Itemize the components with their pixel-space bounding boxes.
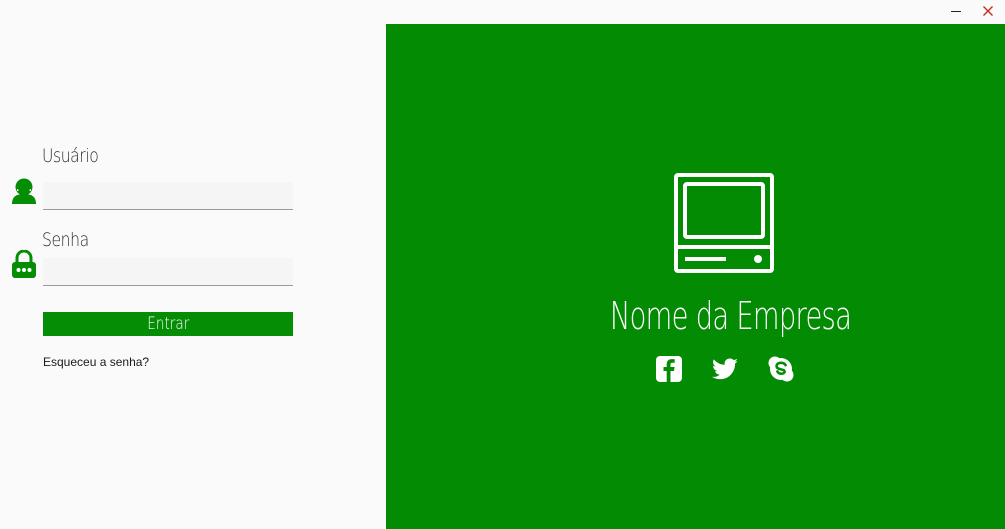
password-label: Senha bbox=[42, 229, 89, 251]
login-button[interactable]: Entrar bbox=[43, 312, 293, 336]
login-panel: Usuário Senha Entrar Esqueceu a senha? bbox=[0, 24, 386, 529]
skype-icon[interactable] bbox=[767, 355, 795, 383]
close-icon bbox=[983, 6, 993, 16]
user-icon bbox=[11, 177, 37, 205]
minimize-button[interactable] bbox=[940, 0, 972, 22]
social-links bbox=[655, 355, 795, 383]
lock-icon bbox=[11, 249, 37, 278]
facebook-icon[interactable] bbox=[655, 355, 683, 383]
login-window: Usuário Senha Entrar Esqueceu a senha? N… bbox=[0, 0, 1005, 529]
forgot-password-link[interactable]: Esqueceu a senha? bbox=[43, 355, 149, 369]
username-input[interactable] bbox=[43, 182, 293, 210]
twitter-icon[interactable] bbox=[711, 355, 739, 383]
close-button[interactable] bbox=[972, 0, 1004, 22]
username-label: Usuário bbox=[42, 145, 99, 167]
company-name: Nome da Empresa bbox=[386, 294, 1005, 338]
computer-icon bbox=[674, 173, 774, 274]
brand-panel: Nome da Empresa bbox=[386, 24, 1005, 529]
login-button-label: Entrar bbox=[146, 314, 190, 334]
password-input[interactable] bbox=[43, 258, 293, 286]
company-name-text: Nome da Empresa bbox=[609, 294, 852, 338]
minimize-icon bbox=[951, 11, 961, 12]
